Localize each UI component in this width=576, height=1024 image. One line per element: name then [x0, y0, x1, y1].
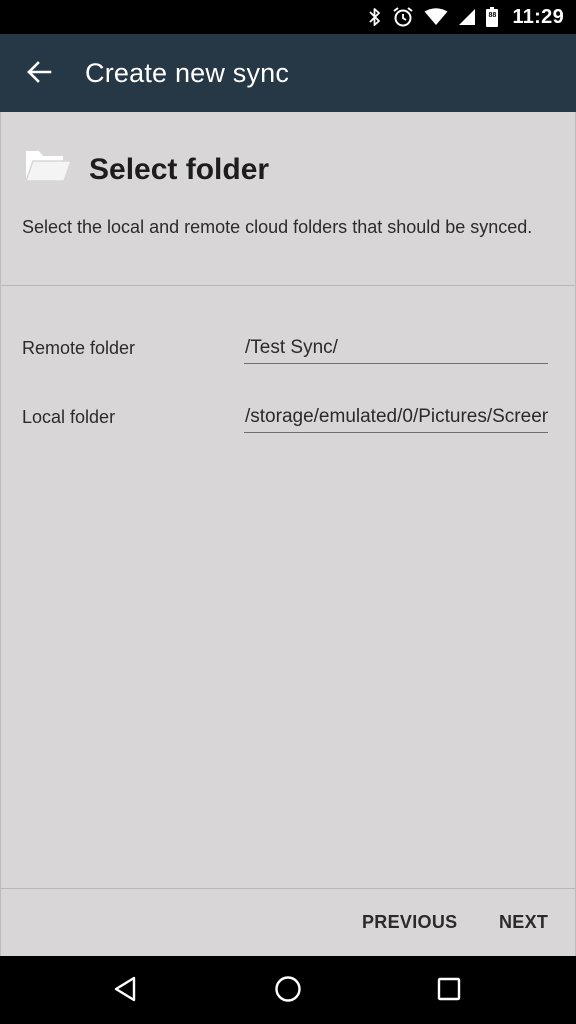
local-folder-label: Local folder [22, 407, 116, 427]
app-toolbar: Create new sync [0, 34, 576, 112]
wifi-icon [424, 8, 448, 26]
folder-open-icon [24, 148, 73, 189]
nav-recents-button[interactable] [431, 973, 467, 1009]
arrow-back-icon [26, 60, 52, 89]
page-title: Create new sync [85, 58, 290, 88]
status-icons: 88 11:29 [368, 0, 564, 34]
nav-recents-icon [436, 976, 462, 1007]
alarm-icon [392, 6, 414, 28]
status-time: 11:29 [512, 5, 564, 28]
nav-back-button[interactable] [108, 973, 144, 1009]
previous-button[interactable]: PREVIOUS [362, 908, 457, 937]
nav-back-icon [112, 975, 140, 1008]
section-description: Select the local and remote cloud folder… [22, 217, 533, 237]
nav-home-icon [273, 974, 303, 1009]
section-title: Select folder [89, 153, 270, 186]
battery-icon: 88 [486, 7, 499, 27]
divider [0, 285, 576, 286]
next-button[interactable]: NEXT [499, 908, 548, 937]
remote-folder-input[interactable] [244, 334, 548, 364]
nav-home-button[interactable] [270, 973, 306, 1009]
system-nav-bar [0, 956, 576, 1024]
remote-folder-row: Remote folder [0, 324, 576, 374]
header-section: Select folder Select the local and remot… [0, 112, 576, 285]
cell-signal-icon [458, 8, 476, 26]
footer-divider [0, 888, 576, 889]
battery-level: 88 [488, 12, 497, 19]
local-folder-input[interactable] [244, 403, 548, 433]
frame-edge-left [0, 112, 1, 956]
bluetooth-icon [368, 7, 382, 27]
local-folder-row: Local folder [0, 393, 576, 443]
back-button[interactable] [18, 53, 60, 95]
content-area: Select folder Select the local and remot… [0, 112, 576, 956]
remote-folder-label: Remote folder [22, 338, 136, 358]
status-bar: 88 11:29 [0, 0, 576, 34]
